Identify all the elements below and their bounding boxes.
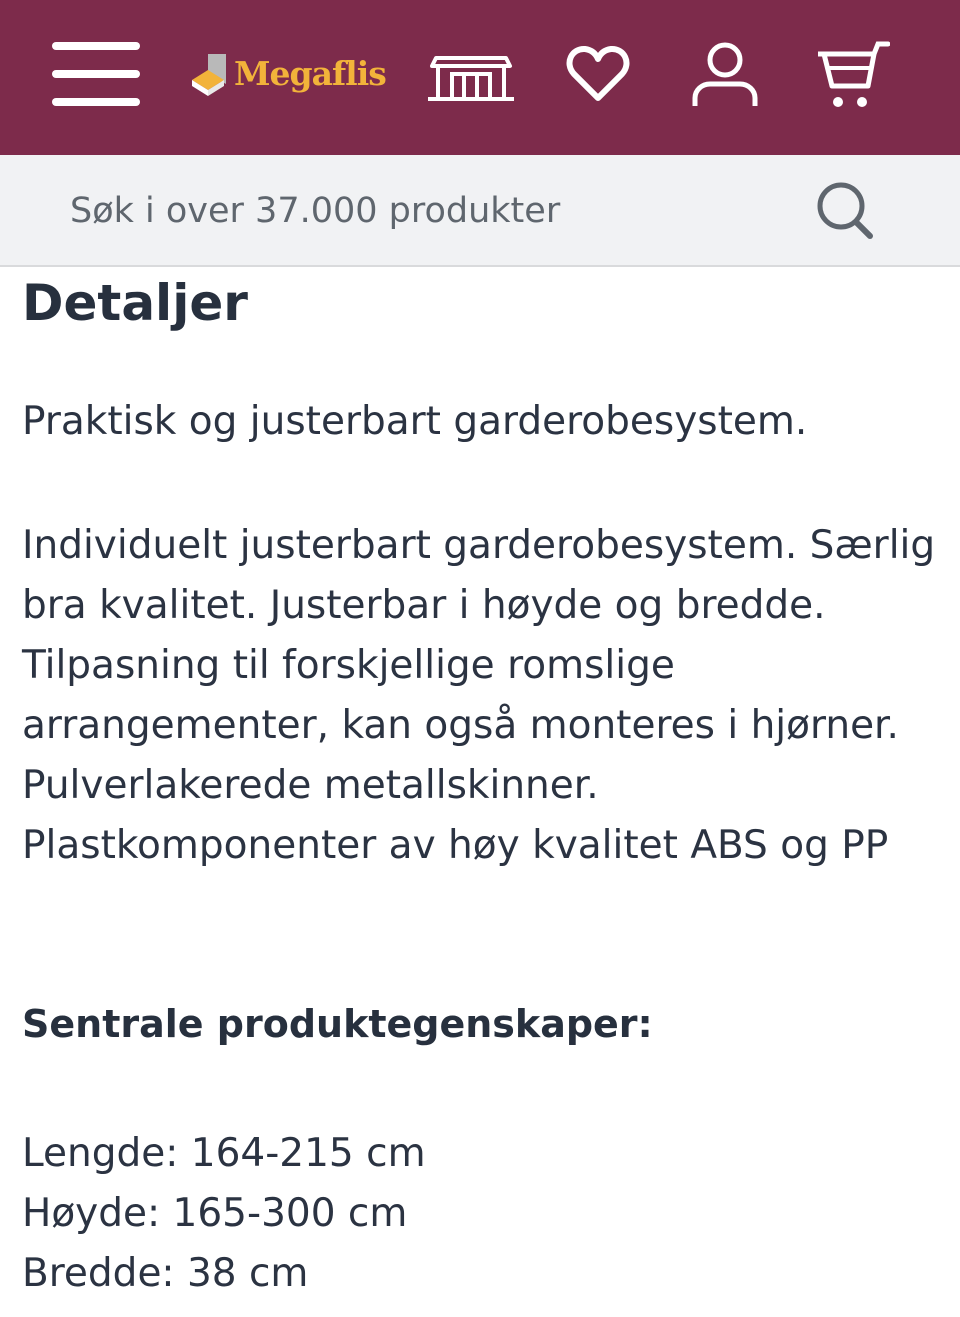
- menu-icon[interactable]: [48, 38, 144, 110]
- spec-width: Bredde: 38 cm: [22, 1251, 309, 1296]
- spec-height: Høyde: 165-300 cm: [22, 1191, 408, 1236]
- megaflis-logo[interactable]: Megaflis: [188, 46, 388, 106]
- details-intro: Praktisk og justerbart garderobesystem.: [22, 399, 808, 444]
- spec-list: Lengde: 164-215 cm Høyde: 165-300 cm Bre…: [22, 1124, 426, 1304]
- search-input[interactable]: [70, 185, 770, 237]
- logo-text: Megaflis: [234, 54, 387, 93]
- spec-length: Lengde: 164-215 cm: [22, 1131, 426, 1176]
- details-description: Individuelt justerbart garderobesystem. …: [22, 523, 936, 868]
- features-heading: Sentrale produktegenskaper:: [22, 1002, 653, 1046]
- top-header: Megaflis: [0, 0, 960, 155]
- details-title: Detaljer: [22, 274, 248, 332]
- search-icon[interactable]: [814, 180, 876, 240]
- store-icon[interactable]: [426, 52, 516, 104]
- logo-mark-icon: [192, 54, 226, 96]
- heart-icon[interactable]: [566, 44, 630, 104]
- cart-icon[interactable]: [816, 40, 891, 110]
- user-icon[interactable]: [690, 40, 760, 110]
